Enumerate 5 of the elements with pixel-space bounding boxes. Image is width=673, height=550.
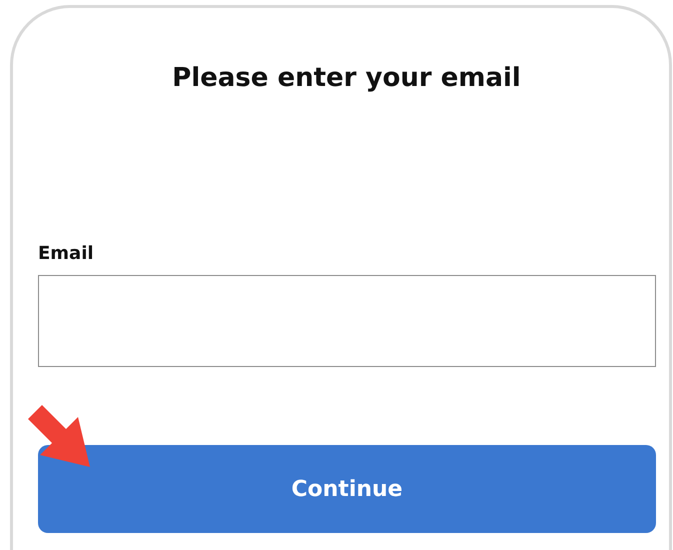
continue-button[interactable]: Continue (38, 445, 656, 533)
email-label: Email (38, 242, 95, 266)
page-title: Please enter your email (171, 62, 522, 95)
email-input-field[interactable] (38, 275, 656, 367)
arrow-icon (28, 405, 90, 467)
